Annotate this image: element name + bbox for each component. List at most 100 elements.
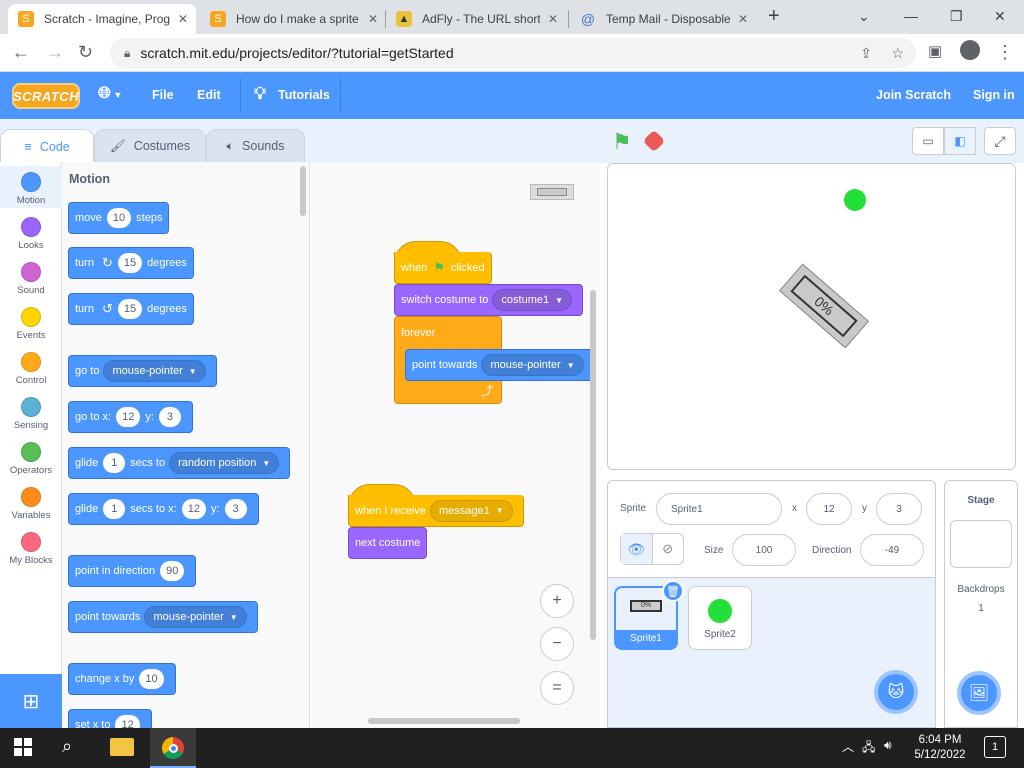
fullscreen-button[interactable]: ⤢ xyxy=(984,127,1016,155)
direction-input[interactable]: -49 xyxy=(860,534,924,566)
category-control[interactable]: Control xyxy=(0,348,62,390)
zoom-out-button[interactable]: − xyxy=(540,627,574,661)
zoom-reset-button[interactable]: = xyxy=(540,671,574,705)
hide-eye-icon[interactable]: ⊘ xyxy=(653,534,684,564)
browser-tab-scratch[interactable]: S Scratch - Imagine, Prog ✕ xyxy=(8,4,196,34)
close-tab-icon[interactable]: ✕ xyxy=(548,12,558,26)
block-input[interactable]: 10 xyxy=(139,669,164,689)
palette-scrollbar[interactable] xyxy=(300,166,306,216)
back-icon[interactable]: ← xyxy=(12,42,30,63)
stop-sign-icon[interactable] xyxy=(642,129,666,153)
category-variables[interactable]: Variables xyxy=(0,483,62,525)
block-input[interactable]: 15 xyxy=(117,299,143,319)
tab-sounds[interactable]: 🔈︎ Sounds xyxy=(206,129,305,163)
block-dropdown[interactable]: message1 ▼ xyxy=(429,499,513,522)
block-input[interactable]: 12 xyxy=(181,499,206,519)
network-icon[interactable]: 🖧︎ xyxy=(862,738,875,759)
windows-start-icon[interactable] xyxy=(14,738,32,756)
block-move-steps[interactable]: move 10 steps xyxy=(68,202,170,234)
close-tab-icon[interactable]: ✕ xyxy=(368,12,378,26)
join-scratch-link[interactable]: Join Scratch xyxy=(876,88,951,102)
block-dropdown[interactable]: random position ▼ xyxy=(169,452,280,474)
url-field[interactable]: 🔒︎ scratch.mit.edu/projects/editor/?tuto… xyxy=(110,38,916,68)
block-glide-to-xy[interactable]: glide 1 secs to x: 12 y: 3 xyxy=(68,493,259,525)
browser-tab-tempmail[interactable]: @ Temp Mail - Disposable ✕ xyxy=(570,4,756,34)
block-switch-costume[interactable]: switch costume to costume1 ▼ xyxy=(394,284,584,316)
block-input[interactable]: 3 xyxy=(158,407,181,427)
reload-icon[interactable]: ↻ xyxy=(78,42,93,63)
size-input[interactable]: 100 xyxy=(732,534,796,566)
block-go-to-xy[interactable]: go to x: 12 y: 3 xyxy=(68,401,193,433)
block-when-i-receive[interactable]: when I receive message1 ▼ xyxy=(348,495,524,527)
browser-tab-adfly[interactable]: ▲ AdFly - The URL shorte ✕ xyxy=(386,4,566,34)
block-glide-to[interactable]: glide 1 secs to random position ▼ xyxy=(68,447,291,479)
green-flag-icon[interactable]: ⚑ xyxy=(612,129,632,155)
block-input[interactable]: 12 xyxy=(115,715,140,728)
tutorials-menu[interactable]: Tutorials xyxy=(278,88,330,102)
volume-icon[interactable]: 🔊︎ xyxy=(884,738,892,753)
tab-costumes[interactable]: 🖌︎ Costumes xyxy=(94,129,206,163)
x-input[interactable]: 12 xyxy=(806,493,852,525)
block-turn-left[interactable]: turn ↺ 15 degrees xyxy=(68,293,194,325)
block-point-towards[interactable]: point towards mouse-pointer ▼ xyxy=(68,601,258,633)
block-go-to[interactable]: go to mouse-pointer ▼ xyxy=(68,355,217,387)
block-when-flag-clicked[interactable]: when ⚑ clicked xyxy=(394,252,492,284)
scratch-logo[interactable]: SCRATCH xyxy=(12,83,80,109)
block-dropdown[interactable]: costume1 ▼ xyxy=(492,289,573,311)
block-point-towards-script[interactable]: point towards mouse-pointer ▼ xyxy=(405,349,595,381)
sprite-name-input[interactable]: Sprite1 xyxy=(656,493,782,525)
y-input[interactable]: 3 xyxy=(876,493,922,525)
edit-menu[interactable]: Edit xyxy=(197,88,221,102)
browser-tab-sprite-help[interactable]: S How do I make a sprite ✕ xyxy=(200,4,386,34)
block-set-x[interactable]: set x to 12 xyxy=(68,709,152,728)
show-eye-icon[interactable]: 👁︎ xyxy=(621,534,653,564)
block-change-x[interactable]: change x by 10 xyxy=(68,663,176,695)
block-input[interactable]: 3 xyxy=(224,499,247,519)
forward-icon[interactable]: → xyxy=(46,42,64,63)
block-dropdown[interactable]: mouse-pointer ▼ xyxy=(144,606,247,628)
sidebar-icon[interactable]: ▣ xyxy=(928,42,942,60)
stage-selector-panel[interactable]: Stage Backdrops 1 🖼︎ xyxy=(944,480,1018,728)
category-motion[interactable]: Motion xyxy=(0,166,62,208)
block-input[interactable]: 1 xyxy=(103,453,126,473)
block-input[interactable]: 1 xyxy=(103,499,126,519)
block-dropdown[interactable]: mouse-pointer ▼ xyxy=(103,360,206,382)
normal-stage-button[interactable]: ◧ xyxy=(944,127,976,155)
script-horizontal-scrollbar[interactable] xyxy=(368,718,520,724)
block-turn-right[interactable]: turn ↻ 15 degrees xyxy=(68,247,194,279)
stage-canvas[interactable]: %0 xyxy=(607,163,1016,470)
language-globe-icon[interactable]: 🌐︎ ▼ xyxy=(98,85,122,103)
add-extension-button[interactable]: ⊞ xyxy=(0,674,62,728)
clock[interactable]: 6:04 PM 5/12/2022 xyxy=(906,733,974,763)
bookmark-star-icon[interactable]: ☆ xyxy=(891,45,904,62)
choose-sprite-button[interactable]: 🐱︎ xyxy=(874,670,918,714)
category-looks[interactable]: Looks xyxy=(0,213,62,255)
sprite-tile-sprite1[interactable]: 0% Sprite1 🗑︎ xyxy=(614,580,684,650)
close-tab-icon[interactable]: ✕ xyxy=(178,12,188,26)
category-events[interactable]: Events xyxy=(0,303,62,345)
tutorials-lightbulb-icon[interactable]: 💡︎ xyxy=(254,84,266,104)
block-point-in-direction[interactable]: point in direction 90 xyxy=(68,555,197,587)
category-sound[interactable]: Sound xyxy=(0,258,62,300)
choose-backdrop-button[interactable]: 🖼︎ xyxy=(957,671,1001,715)
block-input[interactable]: 15 xyxy=(117,253,143,273)
small-stage-button[interactable]: ▭ xyxy=(912,127,944,155)
sign-in-link[interactable]: Sign in xyxy=(973,88,1015,102)
search-icon[interactable]: ⌕ xyxy=(62,736,72,757)
block-input[interactable]: 90 xyxy=(160,561,185,581)
sprite1-costume[interactable]: %0 xyxy=(778,263,870,349)
tab-search-icon[interactable]: ⌄ xyxy=(858,8,870,25)
restore-icon[interactable]: ❐ xyxy=(950,8,963,25)
sprite-tile-sprite2[interactable]: Sprite2 xyxy=(688,586,752,650)
script-vertical-scrollbar[interactable] xyxy=(590,290,596,640)
file-explorer-icon[interactable] xyxy=(110,738,134,756)
category-operators[interactable]: Operators xyxy=(0,438,62,480)
close-tab-icon[interactable]: ✕ xyxy=(738,12,748,26)
category-my-blocks[interactable]: My Blocks xyxy=(0,528,62,570)
category-sensing[interactable]: Sensing xyxy=(0,393,62,435)
file-menu[interactable]: File xyxy=(152,88,174,102)
chrome-taskbar-button[interactable] xyxy=(150,728,196,768)
block-input[interactable]: 12 xyxy=(116,407,141,427)
tab-code[interactable]: ≡ Code xyxy=(0,129,94,163)
tray-chevron-icon[interactable]: ︿ xyxy=(842,738,854,755)
